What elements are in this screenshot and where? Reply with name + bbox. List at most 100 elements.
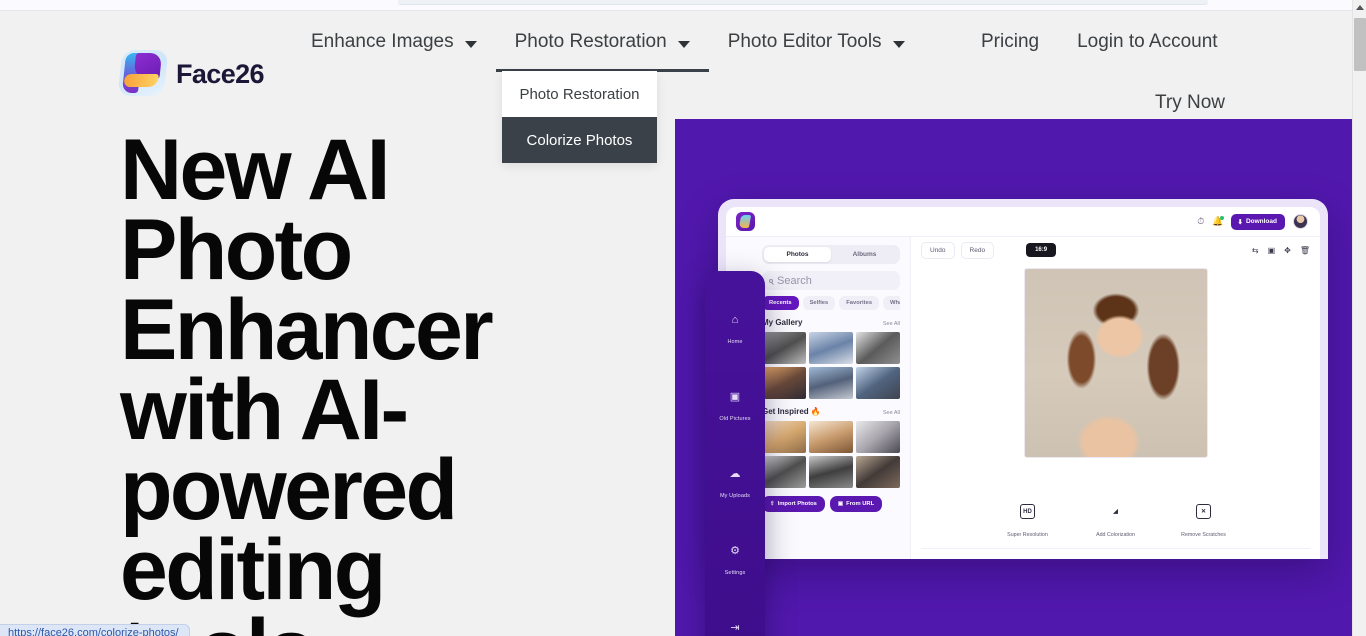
sidebar-item-label: Settings (724, 570, 746, 576)
scrollbar-thumb[interactable] (1354, 18, 1366, 71)
sidebar-item-my-uploads[interactable]: ☁ My Uploads (705, 469, 765, 502)
try-now-link[interactable]: Try Now (1155, 92, 1225, 114)
page-title: New AI Photo Enhancer with AI-powered ed… (120, 122, 494, 636)
face26-logo-icon (117, 50, 169, 96)
chevron-up-icon[interactable] (1356, 5, 1364, 10)
gallery-thumbnail[interactable] (809, 456, 853, 488)
browser-tab-strip (398, 0, 1208, 5)
clock-icon[interactable]: ⏱ (1197, 217, 1204, 226)
avatar[interactable] (1293, 214, 1308, 229)
editor-tool-row: HD Super Resolution ◢ Add Colorization ✕… (911, 504, 1320, 541)
crop-icon[interactable]: ▣ (1268, 246, 1276, 255)
gear-icon: ⚙ (730, 545, 740, 557)
get-inspired-thumbnails (762, 421, 900, 488)
sidebar-item-settings[interactable]: ⚙ Settings (705, 546, 765, 579)
mockup-topbar-actions: ⏱ 🔔 ⬇ Download (1197, 213, 1308, 230)
gallery-thumbnail[interactable] (809, 367, 853, 399)
chevron-down-icon (677, 40, 690, 48)
section-title: Get Inspired 🔥 (762, 407, 821, 416)
tool-super-resolution[interactable]: HD Super Resolution (1002, 504, 1054, 541)
segment-albums[interactable]: Albums (831, 247, 898, 262)
dropdown-item-label: Colorize Photos (526, 131, 633, 149)
nav-item-photo-restoration[interactable]: Photo Restoration (495, 12, 709, 72)
sidebar-item-log-out[interactable]: ⇥ Log Out (705, 623, 765, 636)
gallery-thumbnail[interactable] (856, 421, 900, 453)
nav-item-login-to-account[interactable]: Login to Account (1058, 12, 1237, 72)
filter-chip-favorites[interactable]: Favorites (839, 296, 880, 310)
site-header: Face26 Enhance Images Photo Restoration … (0, 12, 1352, 163)
chevron-down-icon (892, 40, 905, 48)
dropdown-item-photo-restoration[interactable]: Photo Restoration (502, 71, 657, 117)
get-inspired-section-header: Get Inspired 🔥 See All (762, 407, 900, 416)
photos-albums-toggle[interactable]: Photos Albums (762, 245, 900, 264)
gallery-thumbnail[interactable] (762, 367, 806, 399)
photo-restoration-dropdown-menu: Photo Restoration Colorize Photos (502, 71, 657, 163)
gallery-thumbnail[interactable] (762, 332, 806, 364)
segment-photos[interactable]: Photos (764, 247, 831, 262)
filter-chip-selfies[interactable]: Selfies (802, 296, 836, 310)
brand-name: Face26 (176, 58, 265, 89)
nav-item-enhance-images[interactable]: Enhance Images (292, 12, 496, 72)
dropdown-item-colorize-photos[interactable]: Colorize Photos (502, 117, 657, 163)
see-all-link[interactable]: See All (883, 410, 900, 416)
old-pictures-icon: ▣ (729, 391, 741, 403)
secondary-nav: Pricing Login to Account (962, 12, 1237, 72)
trash-icon[interactable]: 🗑 (1300, 246, 1310, 255)
search-icon (769, 278, 773, 283)
app-sidebar: ⌂ Home ▣ Old Pictures ☁ My Uploads ⚙ Set… (705, 271, 765, 636)
gallery-thumbnail[interactable] (856, 456, 900, 488)
nav-label: Photo Editor Tools (727, 31, 882, 52)
tool-label: Super Resolution (1007, 532, 1048, 538)
filter-chip-whatsapp[interactable]: Wha (883, 296, 900, 310)
nav-label: Login to Account (1077, 31, 1218, 52)
action-label: From URL (846, 501, 875, 507)
remove-scratches-icon: ✕ (1196, 504, 1211, 519)
tool-label: Remove Scratches (1181, 532, 1226, 538)
filter-chip-recents[interactable]: Recents (762, 296, 799, 310)
tool-add-colorization[interactable]: ◢ Add Colorization (1090, 504, 1142, 541)
from-url-button[interactable]: ▣ From URL (829, 496, 883, 512)
portrait-photo (1024, 269, 1207, 457)
mockup-body: Photos Albums Search Recents Selfies Fav… (726, 237, 1320, 559)
undo-button[interactable]: Undo (921, 241, 955, 259)
aspect-ratio-badge[interactable]: 16:9 (1026, 243, 1057, 257)
tool-remove-scratches[interactable]: ✕ Remove Scratches (1178, 504, 1230, 541)
gallery-thumbnail[interactable] (762, 456, 806, 488)
download-icon: ⬇ (1237, 218, 1243, 226)
nav-label: Enhance Images (311, 31, 454, 52)
gallery-thumbnail[interactable] (856, 332, 900, 364)
editor-photo-canvas[interactable] (1023, 268, 1208, 458)
gallery-thumbnail[interactable] (856, 367, 900, 399)
home-icon: ⌂ (731, 314, 739, 326)
vertical-scrollbar[interactable] (1352, 0, 1366, 636)
sidebar-item-label: Home (727, 339, 743, 345)
action-label: Import Photos (777, 501, 817, 507)
download-button[interactable]: ⬇ Download (1231, 213, 1285, 230)
sidebar-item-old-pictures[interactable]: ▣ Old Pictures (705, 392, 765, 425)
see-all-link[interactable]: See All (883, 321, 900, 327)
section-title: My Gallery (762, 318, 803, 327)
gallery-thumbnail[interactable] (762, 421, 806, 453)
editor-toolbar-icons: ⇆ ▣ ✥ 🗑 (1252, 246, 1310, 255)
gallery-thumbnail[interactable] (809, 332, 853, 364)
my-gallery-thumbnails (762, 332, 900, 399)
nav-item-photo-editor-tools[interactable]: Photo Editor Tools (709, 12, 924, 72)
hero-visual-panel: ⏱ 🔔 ⬇ Download Photos Albums Search Rece… (675, 119, 1352, 636)
gallery-thumbnail[interactable] (809, 421, 853, 453)
gallery-action-buttons: ⇧ Import Photos ▣ From URL (762, 496, 900, 512)
brand-logo-link[interactable]: Face26 (117, 50, 265, 96)
editor-panel: Undo Redo 16:9 ⇆ ▣ ✥ 🗑 HD Super Resoluti… (911, 237, 1320, 559)
redo-button[interactable]: Redo (960, 241, 995, 259)
hd-icon: HD (1020, 504, 1035, 519)
sidebar-item-home[interactable]: ⌂ Home (705, 315, 765, 348)
download-label: Download (1245, 218, 1277, 225)
nav-item-pricing[interactable]: Pricing (962, 12, 1058, 72)
sidebar-item-label: My Uploads (719, 493, 751, 499)
search-input[interactable]: Search (762, 271, 900, 290)
my-gallery-section-header: My Gallery See All (762, 318, 900, 327)
bell-icon[interactable]: 🔔 (1212, 216, 1225, 226)
import-photos-button[interactable]: ⇧ Import Photos (762, 496, 825, 512)
app-logo-icon (736, 212, 755, 231)
flip-horizontal-icon[interactable]: ⇆ (1252, 246, 1259, 255)
move-icon[interactable]: ✥ (1284, 246, 1291, 255)
